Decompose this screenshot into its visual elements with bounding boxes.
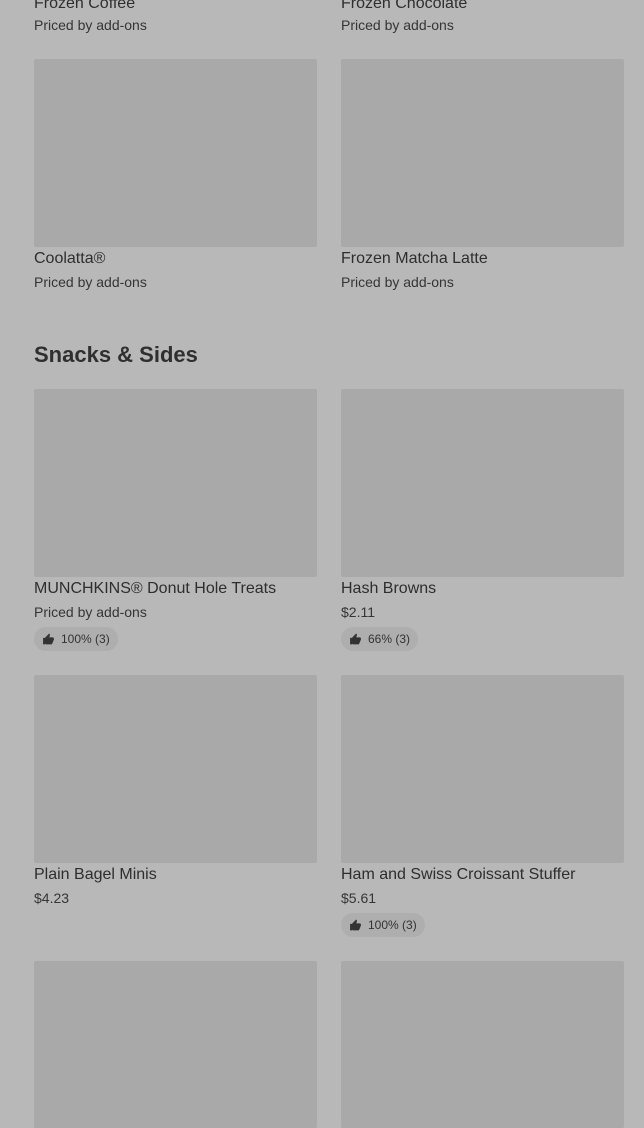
item-price: Priced by add-ons: [34, 274, 147, 290]
rating-text: 100% (3): [61, 632, 110, 646]
item-name: Plain Bagel Minis: [34, 866, 157, 883]
item-price: $5.61: [341, 890, 377, 906]
item-image[interactable]: [341, 59, 624, 247]
rating-text: 100% (3): [368, 918, 417, 932]
menu-item-card[interactable]: [34, 961, 317, 1128]
menu-item-card[interactable]: Hash Browns $2.11 66% (3): [341, 389, 624, 651]
rating-badge: 100% (3): [34, 627, 118, 651]
menu-item-card[interactable]: Frozen Chocolate Priced by add-ons: [341, 0, 624, 34]
thumbs-up-icon: [350, 633, 361, 644]
item-name: Hash Browns: [341, 580, 437, 597]
item-image[interactable]: [34, 389, 317, 577]
item-image[interactable]: [341, 389, 624, 577]
item-price: Priced by add-ons: [341, 17, 454, 33]
item-name: Frozen Coffee: [34, 0, 136, 12]
section-title: Snacks & Sides: [34, 342, 198, 367]
menu-item-card[interactable]: [341, 961, 624, 1128]
item-price: $2.11: [341, 604, 375, 620]
item-price: $4.23: [34, 890, 70, 906]
item-image[interactable]: [34, 675, 317, 863]
thumbs-up-icon: [43, 633, 54, 644]
item-image[interactable]: [34, 961, 317, 1128]
item-name: Coolatta®: [34, 250, 106, 267]
item-price: Priced by add-ons: [341, 274, 454, 290]
rating-badge: 100% (3): [341, 913, 425, 937]
rating-text: 66% (3): [368, 632, 411, 646]
menu-item-card[interactable]: Plain Bagel Minis $4.23: [34, 675, 317, 907]
menu-item-card[interactable]: MUNCHKINS® Donut Hole Treats Priced by a…: [34, 389, 317, 651]
item-image[interactable]: [341, 675, 624, 863]
item-image[interactable]: [341, 961, 624, 1128]
item-name: MUNCHKINS® Donut Hole Treats: [34, 580, 277, 597]
item-price: Priced by add-ons: [34, 17, 147, 33]
item-name: Frozen Matcha Latte: [341, 250, 488, 267]
item-name: Frozen Chocolate: [341, 0, 468, 12]
menu-page: Frozen Coffee Priced by add-ons Frozen C…: [0, 0, 644, 1128]
menu-item-card[interactable]: Frozen Coffee Priced by add-ons: [34, 0, 317, 34]
item-name: Ham and Swiss Croissant Stuffer: [341, 866, 576, 883]
rating-badge: 66% (3): [341, 627, 419, 651]
item-price: Priced by add-ons: [34, 604, 147, 620]
menu-item-card[interactable]: Coolatta® Priced by add-ons: [34, 59, 317, 291]
thumbs-up-icon: [350, 919, 361, 930]
menu-item-card[interactable]: Ham and Swiss Croissant Stuffer $5.61 10…: [341, 675, 624, 937]
menu-item-card[interactable]: Frozen Matcha Latte Priced by add-ons: [341, 59, 624, 291]
item-image[interactable]: [34, 59, 317, 247]
